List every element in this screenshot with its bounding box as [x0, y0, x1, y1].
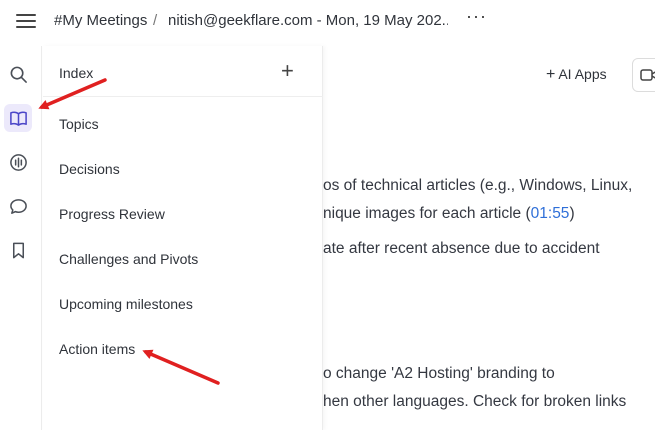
audio-waveform-icon[interactable]	[4, 148, 32, 176]
summary-line-2-text: nique images for each article (	[323, 205, 531, 222]
plus-icon: +	[546, 66, 556, 83]
index-panel-title: Index	[59, 65, 94, 81]
index-item-upcoming-milestones[interactable]: Upcoming milestones	[59, 296, 193, 312]
index-panel: Index + Topics Decisions Progress Review…	[43, 46, 323, 430]
left-icon-rail	[0, 46, 42, 430]
ai-apps-label: AI Apps	[558, 66, 607, 82]
video-camera-icon	[640, 69, 655, 81]
index-item-progress-review[interactable]: Progress Review	[59, 206, 165, 222]
timestamp-link[interactable]: 01:55	[531, 205, 570, 222]
chat-bubble-icon[interactable]	[4, 192, 32, 220]
summary-line-1: os of technical articles (e.g., Windows,…	[323, 177, 633, 194]
more-options-icon[interactable]: ···	[466, 6, 487, 27]
summary-line-4: o change 'A2 Hosting' branding to	[323, 365, 555, 382]
breadcrumb-my-meetings[interactable]: #My Meetings	[54, 12, 147, 29]
index-item-challenges-and-pivots[interactable]: Challenges and Pivots	[59, 251, 198, 267]
index-item-action-items[interactable]: Action items	[59, 341, 135, 357]
menu-icon[interactable]	[16, 14, 36, 30]
summary-line-2-suffix: )	[569, 205, 575, 222]
summary-line-3: ate after recent absence due to accident	[323, 240, 600, 257]
bookmark-icon[interactable]	[4, 236, 32, 264]
add-index-button[interactable]: +	[281, 60, 294, 82]
search-icon[interactable]	[4, 60, 32, 88]
summary-line-2: nique images for each article (01:55)	[323, 205, 575, 223]
ai-apps-button[interactable]: + AI Apps	[546, 66, 607, 84]
video-camera-button[interactable]	[632, 58, 655, 92]
index-item-decisions[interactable]: Decisions	[59, 161, 120, 177]
index-panel-header: Index +	[43, 46, 323, 97]
summary-line-5: hen other languages. Check for broken li…	[323, 393, 627, 410]
index-item-topics[interactable]: Topics	[59, 116, 99, 132]
book-icon[interactable]	[4, 104, 32, 132]
breadcrumb-separator: /	[153, 12, 158, 29]
breadcrumb-current-meeting[interactable]: nitish@geekflare.com - Mon, 19 May 202..…	[168, 12, 448, 29]
top-bar: #My Meetings / nitish@geekflare.com - Mo…	[0, 0, 655, 46]
